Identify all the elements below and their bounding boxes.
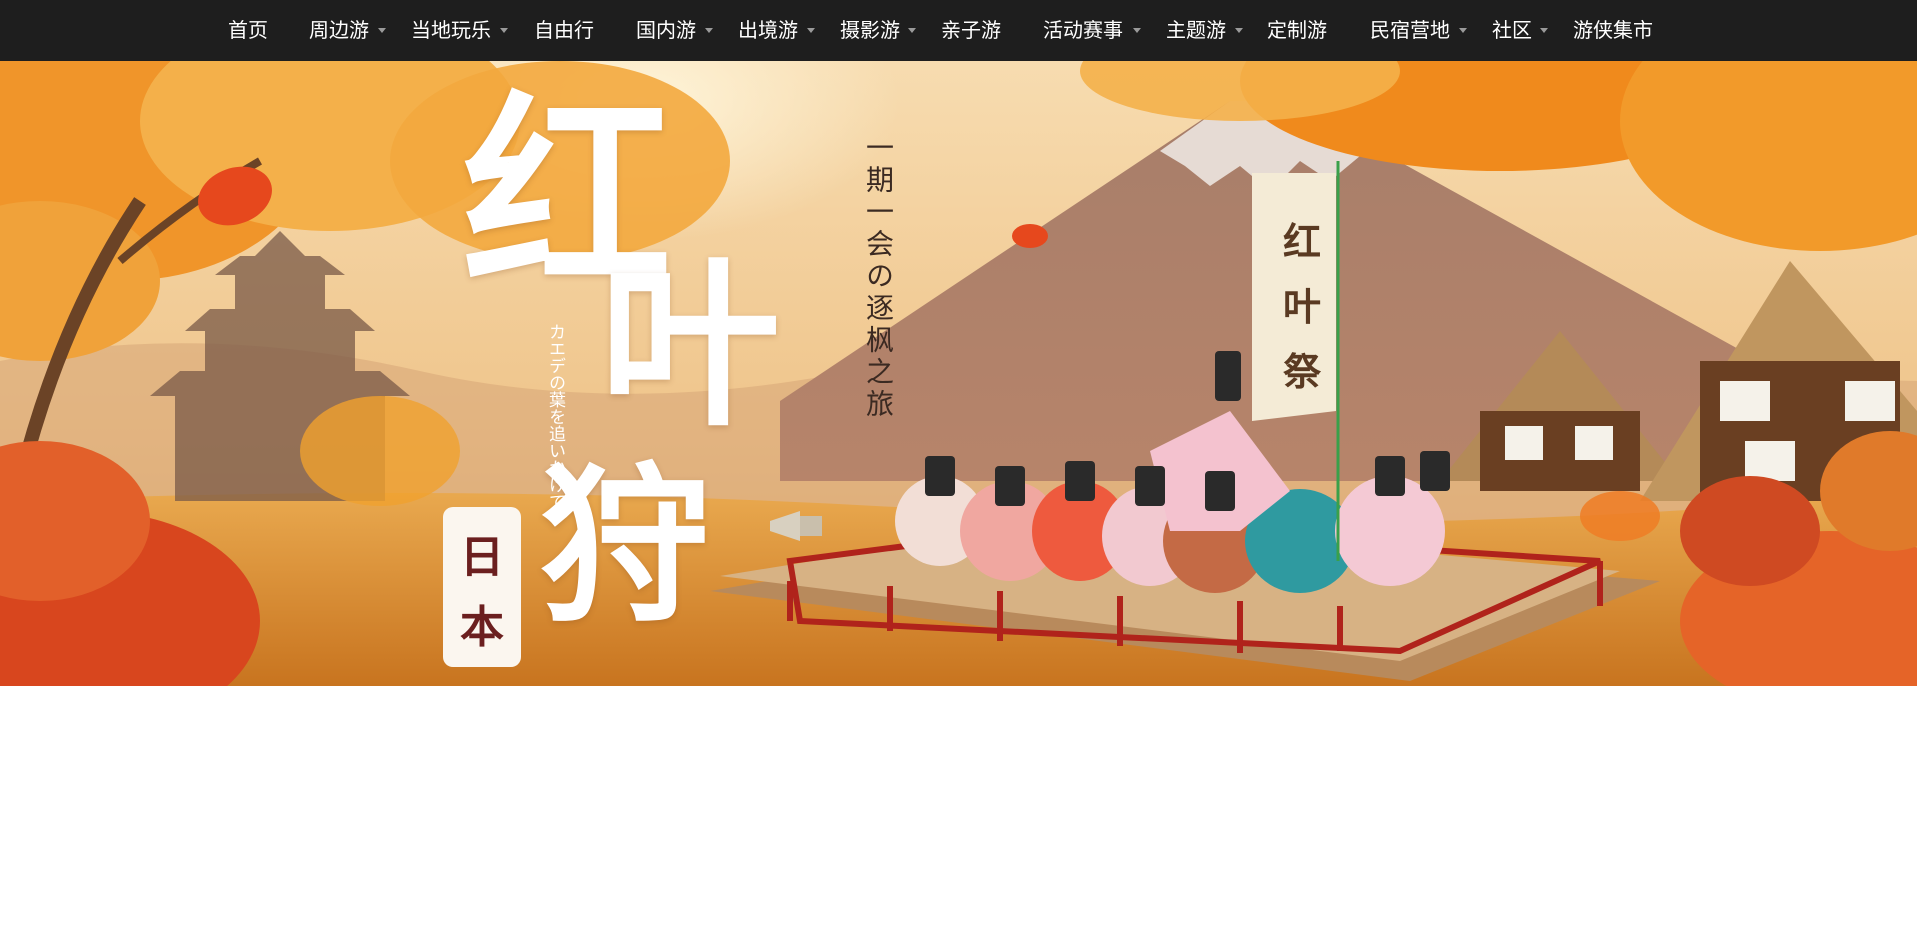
badge-char: 本 (460, 602, 504, 653)
nav-item-photography[interactable]: 摄影游 (840, 0, 900, 61)
badge-char: 日 (460, 532, 504, 583)
nav-item-themes[interactable]: 主题游 (1166, 0, 1226, 61)
nav-item-local-fun[interactable]: 当地玩乐 (411, 0, 491, 61)
nav-item-homestay[interactable]: 民宿营地 (1370, 0, 1450, 61)
caret-down-icon[interactable] (807, 28, 815, 33)
nav-item-market[interactable]: 游侠集市 (1573, 0, 1653, 61)
flag-char: 红 (1282, 219, 1321, 264)
nav-item-home[interactable]: 首页 (228, 0, 268, 61)
nav-item-domestic[interactable]: 国内游 (636, 0, 696, 61)
japanese-subtitle-line: を追いかけて (545, 408, 565, 510)
flag-char: 祭 (1282, 349, 1321, 394)
caret-down-icon[interactable] (500, 28, 508, 33)
banner-tagline: 一期一会の逐枫之旅 (862, 133, 895, 421)
banner-title-char: 叶 (600, 240, 781, 451)
japanese-subtitle: カエデの葉を追いかけて (544, 323, 566, 510)
nav-item-community[interactable]: 社区 (1492, 0, 1532, 61)
japan-badge: 日 本 (443, 507, 521, 667)
caret-down-icon[interactable] (1540, 28, 1548, 33)
nav-item-free-travel[interactable]: 自由行 (534, 0, 594, 61)
nav-item-nearby[interactable]: 周边游 (309, 0, 369, 61)
nav-item-events[interactable]: 活动赛事 (1043, 0, 1123, 61)
flag-char: 叶 (1282, 284, 1321, 329)
caret-down-icon[interactable] (705, 28, 713, 33)
caret-down-icon[interactable] (908, 28, 916, 33)
caret-down-icon[interactable] (1133, 28, 1141, 33)
caret-down-icon[interactable] (378, 28, 386, 33)
page-content-area (0, 686, 1917, 938)
caret-down-icon[interactable] (1235, 28, 1243, 33)
banner-illustration (0, 61, 1917, 686)
nav-item-custom[interactable]: 定制游 (1267, 0, 1327, 61)
japanese-subtitle-line: カエデの葉 (545, 323, 565, 408)
caret-down-icon[interactable] (1459, 28, 1467, 33)
top-nav-bar: 首页 周边游 当地玩乐 自由行 国内游 出境游 摄影游 亲子游 活动赛事 主题游… (0, 0, 1917, 61)
nav-item-family[interactable]: 亲子游 (941, 0, 1001, 61)
nav-item-outbound[interactable]: 出境游 (738, 0, 798, 61)
hero-banner[interactable]: 红 叶 狩 日 本 カエデの葉を追いかけて 一期一会の逐枫之旅 红 叶 祭 (0, 61, 1917, 686)
